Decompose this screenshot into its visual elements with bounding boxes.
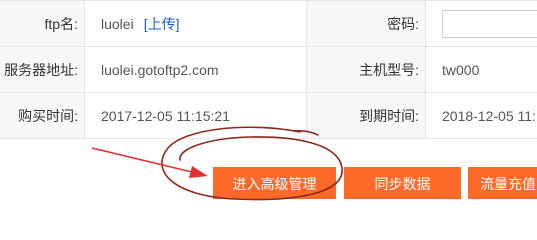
server-address-label: 服务器地址: [0,46,85,93]
action-button-row: 进入高级管理 同步数据 流量充值 [0,160,537,208]
host-model-value: tw000 [425,46,537,93]
table-row: 购买时间: 2017-12-05 11:15:21 到期时间: 2018-12-… [0,92,537,139]
ftp-name-cell: luolei [上传] [84,0,307,47]
password-cell [425,0,537,47]
table-row: ftp名: luolei [上传] 密码: [0,0,537,47]
host-model-label: 主机型号: [306,46,426,93]
password-label: 密码: [306,0,426,47]
sync-data-button[interactable]: 同步数据 [344,167,461,199]
password-input[interactable] [442,9,537,38]
purchase-time-value: 2017-12-05 11:15:21 [84,92,307,139]
purchase-time-label: 购买时间: [0,92,85,139]
ftp-name-label: ftp名: [0,0,85,47]
traffic-recharge-button[interactable]: 流量充值 [468,167,537,199]
table-row: 服务器地址: luolei.gotoftp2.com 主机型号: tw000 [0,46,537,93]
expire-time-label: 到期时间: [306,92,426,139]
expire-time-value: 2018-12-05 11:15:21 [425,92,537,139]
ftp-name-value: luolei [101,15,134,32]
advanced-manage-button[interactable]: 进入高级管理 [213,167,336,199]
account-info-table: ftp名: luolei [上传] 密码: 服务器地址: luolei.gotof… [0,0,537,139]
server-address-value: luolei.gotoftp2.com [84,46,307,93]
upload-link[interactable]: [上传] [144,16,180,32]
